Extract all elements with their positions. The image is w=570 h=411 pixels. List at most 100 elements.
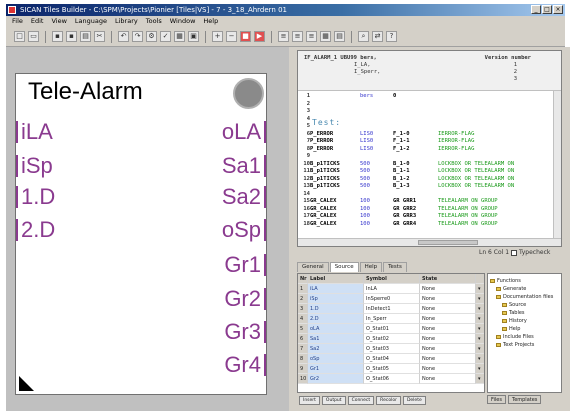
open-folder-icon[interactable]: ▭: [28, 31, 39, 42]
table-row[interactable]: 1 iLA InLA None ▾: [298, 284, 484, 294]
tab-help[interactable]: Help: [359, 262, 383, 272]
print-icon[interactable]: ▤: [80, 31, 91, 42]
tab-general[interactable]: General: [297, 262, 329, 272]
find-icon[interactable]: ⌕: [358, 31, 369, 42]
help-icon[interactable]: ?: [386, 31, 397, 42]
output-pin-sa1[interactable]: Sa1: [222, 155, 266, 177]
row-dropdown-icon[interactable]: ▾: [476, 284, 484, 294]
code-line[interactable]: 5: [298, 123, 561, 130]
tree-item[interactable]: Text Projects: [496, 342, 534, 349]
new-file-icon[interactable]: □: [14, 31, 25, 42]
code-line[interactable]: 8 P_ERROR LIS0 F_1-2 IERROR-FLAG: [298, 146, 561, 153]
connect-button[interactable]: Connect: [347, 396, 375, 405]
compile-icon[interactable]: ⚙: [146, 31, 157, 42]
row-dropdown-icon[interactable]: ▾: [476, 344, 484, 354]
table-row[interactable]: 3 1.D InDetect1 None ▾: [298, 304, 484, 314]
run-icon[interactable]: ▶: [254, 31, 265, 42]
tab-templates[interactable]: Templates: [507, 395, 542, 404]
replace-icon[interactable]: ⇄: [372, 31, 383, 42]
grid-icon[interactable]: ▦: [174, 31, 185, 42]
cut-icon[interactable]: ✂: [94, 31, 105, 42]
output-pin-sa2[interactable]: Sa2: [222, 186, 266, 208]
menu-tools[interactable]: Tools: [146, 16, 162, 27]
scroll-thumb[interactable]: [418, 240, 478, 245]
undo-icon[interactable]: ↶: [118, 31, 129, 42]
align-left-icon[interactable]: ≡: [278, 31, 289, 42]
table-row[interactable]: 4 2.D In_Sperr None ▾: [298, 314, 484, 324]
save-all-icon[interactable]: ▪: [66, 31, 77, 42]
row-dropdown-icon[interactable]: ▾: [476, 324, 484, 334]
table-icon[interactable]: ▦: [320, 31, 331, 42]
row-dropdown-icon[interactable]: ▾: [476, 304, 484, 314]
code-line[interactable]: 14: [298, 191, 561, 198]
tree-item[interactable]: History: [502, 318, 527, 325]
menu-window[interactable]: Window: [170, 16, 196, 27]
tree-item[interactable]: Source: [502, 302, 526, 309]
code-line[interactable]: 10 B_p1TICKS 500 B_1-0 LOCKBOX OR TELEALARM …: [298, 161, 561, 168]
row-dropdown-icon[interactable]: ▾: [476, 314, 484, 324]
delete-button[interactable]: Delete: [402, 396, 426, 405]
code-line[interactable]: 12 B_p1TICKS 500 B_1-2 LOCKBOX OR TELEALARM …: [298, 176, 561, 183]
table-row[interactable]: 8 oSp O_Stat04 None ▾: [298, 354, 484, 364]
zoom-in-icon[interactable]: +: [212, 31, 223, 42]
tree-item[interactable]: Include Files: [496, 334, 534, 341]
check-icon[interactable]: ✓: [160, 31, 171, 42]
code-line[interactable]: 6 P_ERROR LIS0 F_1-0 IERROR-FLAG: [298, 131, 561, 138]
row-dropdown-icon[interactable]: ▾: [476, 294, 484, 304]
table-row[interactable]: 2 iSp InSperre0 None ▾: [298, 294, 484, 304]
tree-item[interactable]: Help: [502, 326, 520, 333]
tab-tests[interactable]: Tests: [383, 262, 407, 272]
code-editor[interactable]: IF_ALARM_1 UBU99 bers, I_LA, I_Sperr, Ve…: [297, 50, 562, 247]
menu-view[interactable]: View: [51, 16, 66, 27]
align-center-icon[interactable]: ≡: [292, 31, 303, 42]
code-line[interactable]: 1 bers 0: [298, 93, 561, 100]
input-pin-isp[interactable]: iSp: [16, 155, 53, 177]
input-pin-2d[interactable]: 2.D: [16, 219, 55, 241]
stop-icon[interactable]: ■: [240, 31, 251, 42]
resize-corner-icon[interactable]: [19, 376, 34, 391]
code-line[interactable]: 4: [298, 116, 561, 123]
properties-icon[interactable]: ▤: [334, 31, 345, 42]
code-line[interactable]: 17 GR_CALEX 100 GR GRR3 TELEALARM ON GROUP: [298, 213, 561, 220]
table-row[interactable]: 6 Sa1 O_Stat02 None ▾: [298, 334, 484, 344]
table-row[interactable]: 10 Gr2 O_Stat06 None ▾: [298, 374, 484, 384]
recolor-button[interactable]: Recolor: [376, 396, 401, 405]
code-line[interactable]: 7 P_ERROR LIS0 F_1-1 IERROR-FLAG: [298, 138, 561, 145]
code-line[interactable]: 9: [298, 153, 561, 160]
output-pin-gr3[interactable]: Gr3: [224, 321, 266, 343]
tree-item[interactable]: Tables: [502, 310, 525, 317]
redo-icon[interactable]: ↷: [132, 31, 143, 42]
save-icon[interactable]: ▪: [52, 31, 63, 42]
vertical-scrollbar[interactable]: [553, 91, 561, 240]
output-pin-osp[interactable]: oSp: [222, 219, 266, 241]
tree-item[interactable]: Documentation files: [496, 294, 553, 301]
row-dropdown-icon[interactable]: ▾: [476, 334, 484, 344]
row-dropdown-icon[interactable]: ▾: [476, 374, 484, 384]
maximize-button[interactable]: □: [542, 5, 552, 14]
code-line[interactable]: 18 GR_CALEX 100 GR GRR4 TELEALARM ON GROUP: [298, 221, 561, 228]
tree-item[interactable]: Functions: [490, 278, 521, 285]
menu-language[interactable]: Language: [75, 16, 107, 27]
input-pin-ila[interactable]: iLA: [16, 121, 53, 143]
code-line[interactable]: 13 B_p1TICKS 500 B_1-3 LOCKBOX OR TELEALARM …: [298, 183, 561, 190]
table-row[interactable]: 5 oLA O_Stat01 None ▾: [298, 324, 484, 334]
output-pin-gr2[interactable]: Gr2: [224, 288, 266, 310]
input-pin-1d[interactable]: 1.D: [16, 186, 55, 208]
horizontal-scrollbar[interactable]: [298, 238, 561, 246]
typecheck-checkbox[interactable]: [511, 250, 517, 256]
tab-files[interactable]: Files: [487, 395, 506, 404]
code-line[interactable]: 2: [298, 101, 561, 108]
output-pin-gr4[interactable]: Gr4: [224, 354, 266, 376]
menu-library[interactable]: Library: [115, 16, 138, 27]
row-dropdown-icon[interactable]: ▾: [476, 364, 484, 374]
zoom-out-icon[interactable]: −: [226, 31, 237, 42]
table-row[interactable]: 9 Gr1 O_Stat05 None ▾: [298, 364, 484, 374]
minimize-button[interactable]: _: [531, 5, 541, 14]
close-button[interactable]: ×: [553, 5, 563, 14]
build-icon[interactable]: ▣: [188, 31, 199, 42]
output-pin-gr1[interactable]: Gr1: [224, 254, 266, 276]
code-line[interactable]: 11 B_p1TICKS 500 B_1-1 LOCKBOX OR TELEALARM …: [298, 168, 561, 175]
code-line[interactable]: 16 GR_CALEX 100 GR GRR2 TELEALARM ON GROUP: [298, 206, 561, 213]
menu-edit[interactable]: Edit: [31, 16, 44, 27]
align-right-icon[interactable]: ≡: [306, 31, 317, 42]
